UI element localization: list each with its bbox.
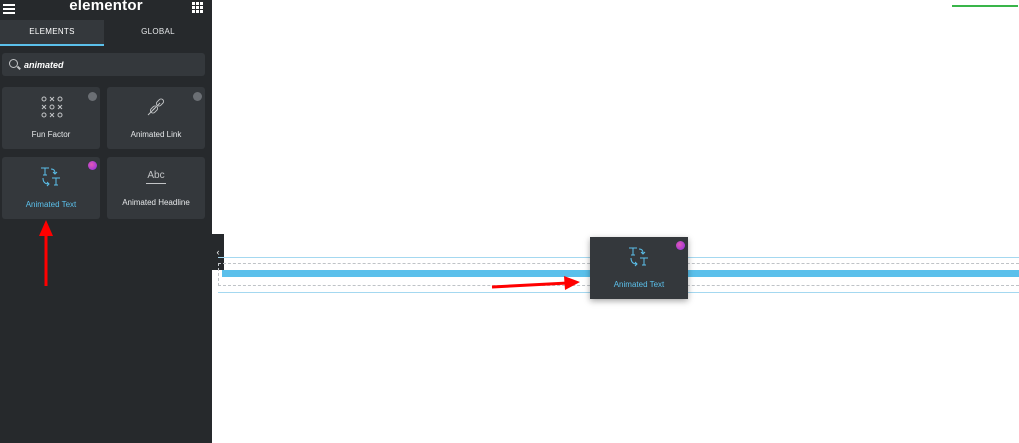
apps-grid-icon[interactable] bbox=[192, 2, 203, 13]
fun-factor-icon bbox=[41, 96, 63, 118]
animated-text-icon bbox=[41, 167, 60, 187]
pro-badge-icon bbox=[193, 92, 202, 101]
pro-badge-icon bbox=[88, 92, 97, 101]
widget-label: Fun Factor bbox=[31, 130, 71, 139]
search-input[interactable] bbox=[24, 53, 199, 76]
search-box bbox=[2, 53, 205, 76]
animated-link-icon bbox=[147, 98, 165, 116]
elementor-logo: elementor bbox=[69, 0, 143, 14]
animated-text-icon bbox=[629, 247, 648, 267]
animated-headline-icon: Abc bbox=[147, 170, 165, 181]
search-icon bbox=[9, 59, 18, 68]
tab-elements[interactable]: ELEMENTS bbox=[0, 20, 104, 46]
widget-label: Animated Text bbox=[613, 280, 665, 289]
progress-indicator bbox=[952, 5, 1018, 7]
headline-underline bbox=[146, 183, 166, 184]
widget-fun-factor[interactable]: Fun Factor bbox=[2, 87, 100, 149]
widget-animated-text[interactable]: Animated Text bbox=[2, 157, 100, 219]
panel-tabs: ELEMENTS GLOBAL bbox=[0, 20, 212, 46]
elementor-panel: elementor ELEMENTS GLOBAL Fun Factor bbox=[0, 0, 212, 443]
annotation-arrow-right-icon bbox=[491, 276, 580, 290]
annotation-arrow-up-icon bbox=[39, 220, 53, 286]
panel-header: elementor bbox=[0, 0, 212, 20]
pro-badge-icon bbox=[88, 161, 97, 170]
widget-label: Animated Link bbox=[130, 130, 182, 139]
widget-animated-link[interactable]: Animated Link bbox=[107, 87, 205, 149]
widget-label: Animated Headline bbox=[122, 198, 190, 207]
column-outline-left bbox=[218, 263, 220, 286]
widget-animated-headline[interactable]: Abc Animated Headline bbox=[107, 157, 205, 219]
widget-label: Animated Text bbox=[25, 200, 77, 209]
pro-badge-icon bbox=[676, 241, 685, 250]
dragged-widget-preview[interactable]: Animated Text bbox=[590, 237, 688, 299]
tab-global[interactable]: GLOBAL bbox=[104, 20, 212, 46]
